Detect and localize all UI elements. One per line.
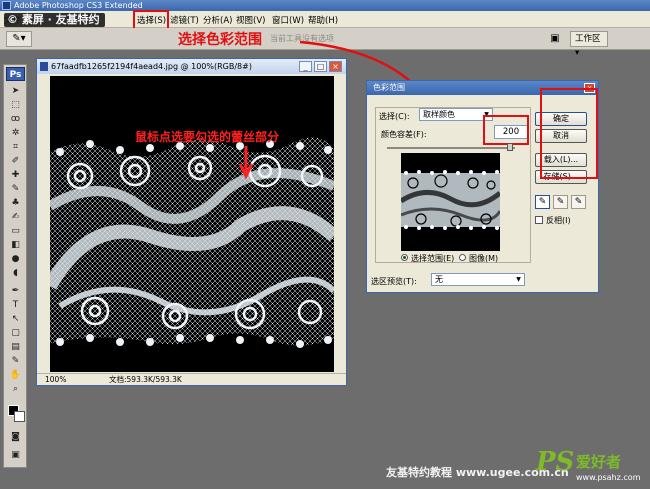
selection-preview[interactable] — [401, 153, 500, 251]
logo-url: www.psahz.com — [576, 473, 641, 482]
fuzziness-slider-track[interactable] — [387, 147, 515, 149]
invert-checkbox[interactable] — [535, 216, 543, 224]
fuzziness-highlight-box — [483, 115, 529, 145]
logo-letters: PS — [536, 447, 575, 477]
select-value: 取样颜色 — [423, 110, 455, 119]
eyedropper-icon[interactable]: ✎ — [535, 195, 550, 209]
radio-image[interactable] — [459, 254, 466, 261]
eyedropper-plus-icon[interactable]: ✎ — [553, 195, 568, 209]
logo-text: 爱好者 — [576, 453, 622, 471]
select-dropdown[interactable]: 取样颜色 ▼ — [419, 108, 493, 121]
radio-selection[interactable] — [401, 254, 408, 261]
site-logo: PS 爱好者 www.psahz.com — [536, 447, 648, 487]
select-label: 选择(C): — [379, 112, 410, 121]
fuzziness-slider-thumb[interactable] — [507, 143, 513, 151]
eyedropper-minus-icon[interactable]: ✎ — [571, 195, 586, 209]
selection-preview-value: 无 — [435, 275, 443, 284]
preview-lace-image — [401, 170, 500, 230]
fuzziness-label: 颜色容差(F): — [381, 130, 427, 139]
chevron-down-icon: ▼ — [516, 276, 521, 283]
buttons-highlight-box — [540, 88, 598, 179]
radio-selection-label: 选择范围(E) — [411, 254, 455, 263]
invert-label: 反相(I) — [546, 216, 571, 225]
radio-image-label: 图像(M) — [469, 254, 499, 263]
selection-preview-dropdown[interactable]: 无 ▼ — [431, 273, 525, 286]
dialog-title: 色彩范围 — [373, 83, 405, 92]
selection-preview-label: 选区预览(T): — [371, 277, 417, 286]
